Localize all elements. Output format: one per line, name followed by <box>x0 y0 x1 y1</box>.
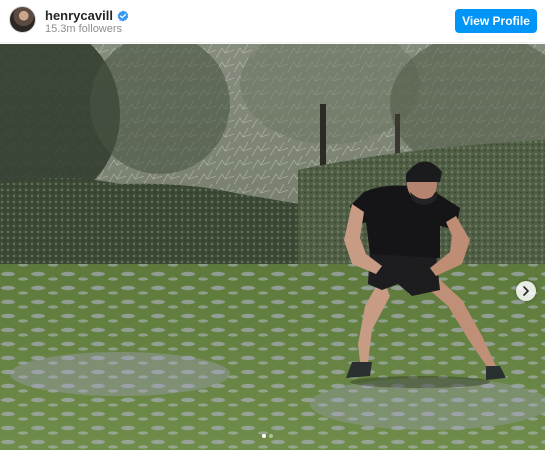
view-profile-button[interactable]: View Profile <box>455 9 537 33</box>
carousel-next-button[interactable] <box>516 281 536 301</box>
chevron-right-icon <box>523 286 529 296</box>
username[interactable]: henrycavill <box>45 8 113 23</box>
username-row: henrycavill <box>45 8 129 23</box>
post-image <box>0 44 545 450</box>
post-photo[interactable] <box>0 44 545 450</box>
carousel-dot-1 <box>262 434 266 438</box>
verified-badge-icon <box>117 9 129 22</box>
avatar[interactable] <box>9 6 36 33</box>
post-header: henrycavill 15.3m followers View Profile <box>0 0 545 43</box>
carousel-indicator <box>262 434 273 438</box>
followers-count: 15.3m followers <box>45 23 123 35</box>
carousel-dot-2 <box>269 434 273 438</box>
